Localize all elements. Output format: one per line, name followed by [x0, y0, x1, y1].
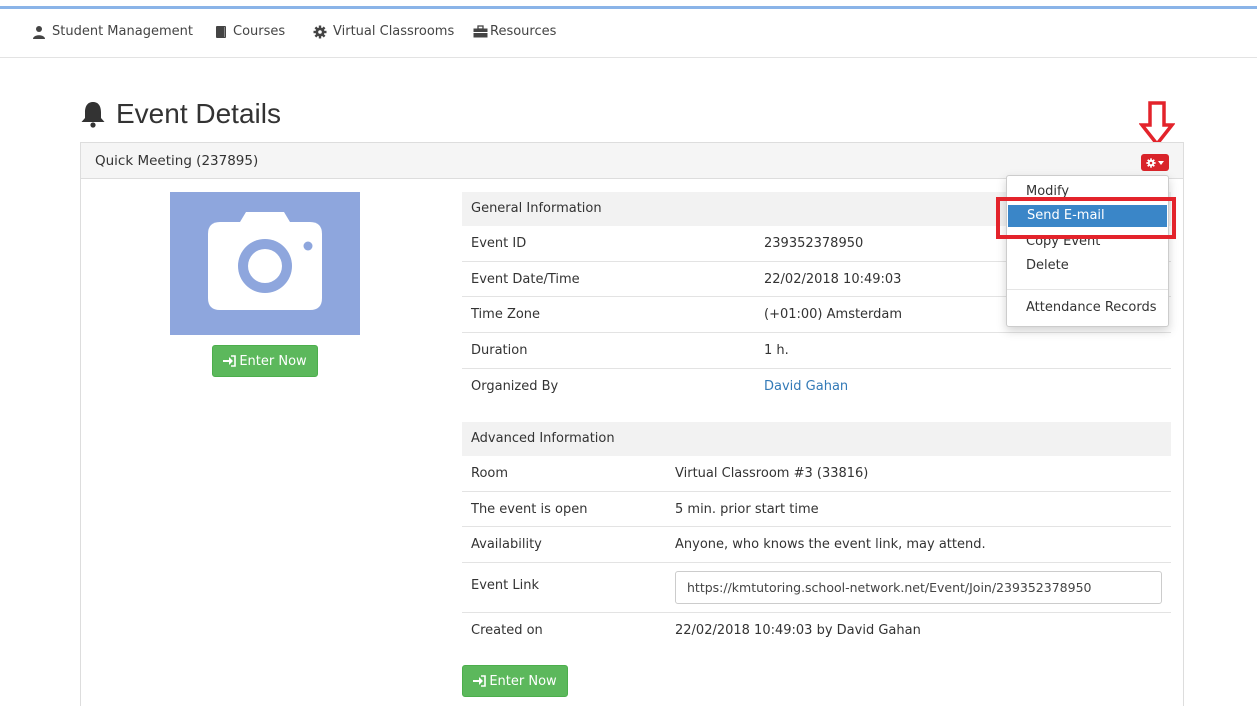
nav-student-management[interactable]: Student Management: [32, 24, 193, 39]
menu-item-modify[interactable]: Modify: [1007, 181, 1168, 203]
time-zone-label: Time Zone: [471, 307, 541, 322]
camera-icon: [208, 212, 322, 310]
room-label: Room: [471, 466, 509, 481]
nav-virtual-classrooms[interactable]: Virtual Classrooms: [313, 24, 454, 39]
created-on-label: Created on: [471, 623, 543, 638]
bell-icon: [81, 102, 105, 128]
room-value: Virtual Classroom #3 (33816): [675, 466, 869, 481]
enter-now-button-top[interactable]: Enter Now: [212, 345, 318, 377]
sign-in-icon: [223, 355, 237, 367]
availability-label: Availability: [471, 537, 542, 552]
page-title-text: Event Details: [116, 98, 281, 129]
table-row: Organized By David Gahan: [462, 369, 1171, 405]
enter-now-label: Enter Now: [489, 673, 557, 689]
organizer-link[interactable]: David Gahan: [764, 379, 848, 394]
event-open-value: 5 min. prior start time: [675, 502, 819, 517]
briefcase-icon: [473, 25, 488, 38]
panel-heading: Quick Meeting (237895): [81, 143, 1183, 179]
menu-item-delete[interactable]: Delete: [1007, 255, 1168, 277]
general-information-heading-text: General Information: [471, 201, 602, 216]
nav-student-management-label: Student Management: [52, 24, 193, 39]
menu-divider: [1007, 289, 1168, 290]
event-datetime-label: Event Date/Time: [471, 272, 580, 287]
event-link-label: Event Link: [471, 578, 539, 593]
panel-title: Quick Meeting (237895): [95, 153, 259, 169]
arrow-down-icon: [1139, 101, 1175, 147]
enter-now-button-bottom[interactable]: Enter Now: [462, 665, 568, 697]
enter-now-label: Enter Now: [239, 353, 307, 369]
event-image-placeholder: [170, 192, 360, 335]
organized-by-label: Organized By: [471, 379, 559, 394]
event-id-label: Event ID: [471, 236, 527, 251]
event-id-value: 239352378950: [764, 236, 864, 251]
table-row: Availability Anyone, who knows the event…: [462, 527, 1171, 563]
event-datetime-value: 22/02/2018 10:49:03: [764, 272, 902, 287]
table-row: Created on 22/02/2018 10:49:03 by David …: [462, 613, 1171, 649]
event-open-label: The event is open: [471, 502, 588, 517]
advanced-information-heading: Advanced Information: [462, 422, 1171, 456]
settings-dropdown-menu: Modify Send E-mail Copy Event Delete Att…: [1006, 175, 1169, 327]
time-zone-value: (+01:00) Amsterdam: [764, 307, 903, 322]
gear-icon: [1146, 157, 1156, 168]
table-row: Duration 1 h.: [462, 333, 1171, 369]
page-title: Event Details: [80, 98, 281, 130]
nav-courses[interactable]: Courses: [215, 24, 285, 39]
availability-value: Anyone, who knows the event link, may at…: [675, 537, 986, 552]
sign-in-icon: [473, 675, 487, 687]
menu-item-send-email[interactable]: Send E-mail: [1008, 205, 1167, 227]
settings-dropdown-button[interactable]: [1141, 154, 1169, 171]
book-icon: [216, 25, 226, 38]
menu-item-copy-event[interactable]: Copy Event: [1007, 231, 1168, 253]
table-row: Room Virtual Classroom #3 (33816): [462, 456, 1171, 492]
nav-resources-label: Resources: [490, 24, 557, 39]
created-on-value: 22/02/2018 10:49:03 by David Gahan: [675, 623, 921, 638]
advanced-information-heading-text: Advanced Information: [471, 431, 615, 446]
menu-item-attendance-records[interactable]: Attendance Records: [1007, 297, 1168, 319]
nav-virtual-classrooms-label: Virtual Classrooms: [333, 24, 455, 39]
duration-value: 1 h.: [764, 343, 789, 358]
table-row: The event is open 5 min. prior start tim…: [462, 492, 1171, 527]
user-icon: [33, 25, 45, 39]
gear-icon: [313, 25, 327, 38]
nav-courses-label: Courses: [233, 24, 286, 39]
caret-down-icon: [1158, 160, 1164, 165]
duration-label: Duration: [471, 343, 528, 358]
event-link-field[interactable]: [675, 571, 1162, 604]
nav-resources[interactable]: Resources: [473, 24, 556, 39]
top-navigation: Student Management Courses Virtual Class…: [0, 9, 1257, 58]
